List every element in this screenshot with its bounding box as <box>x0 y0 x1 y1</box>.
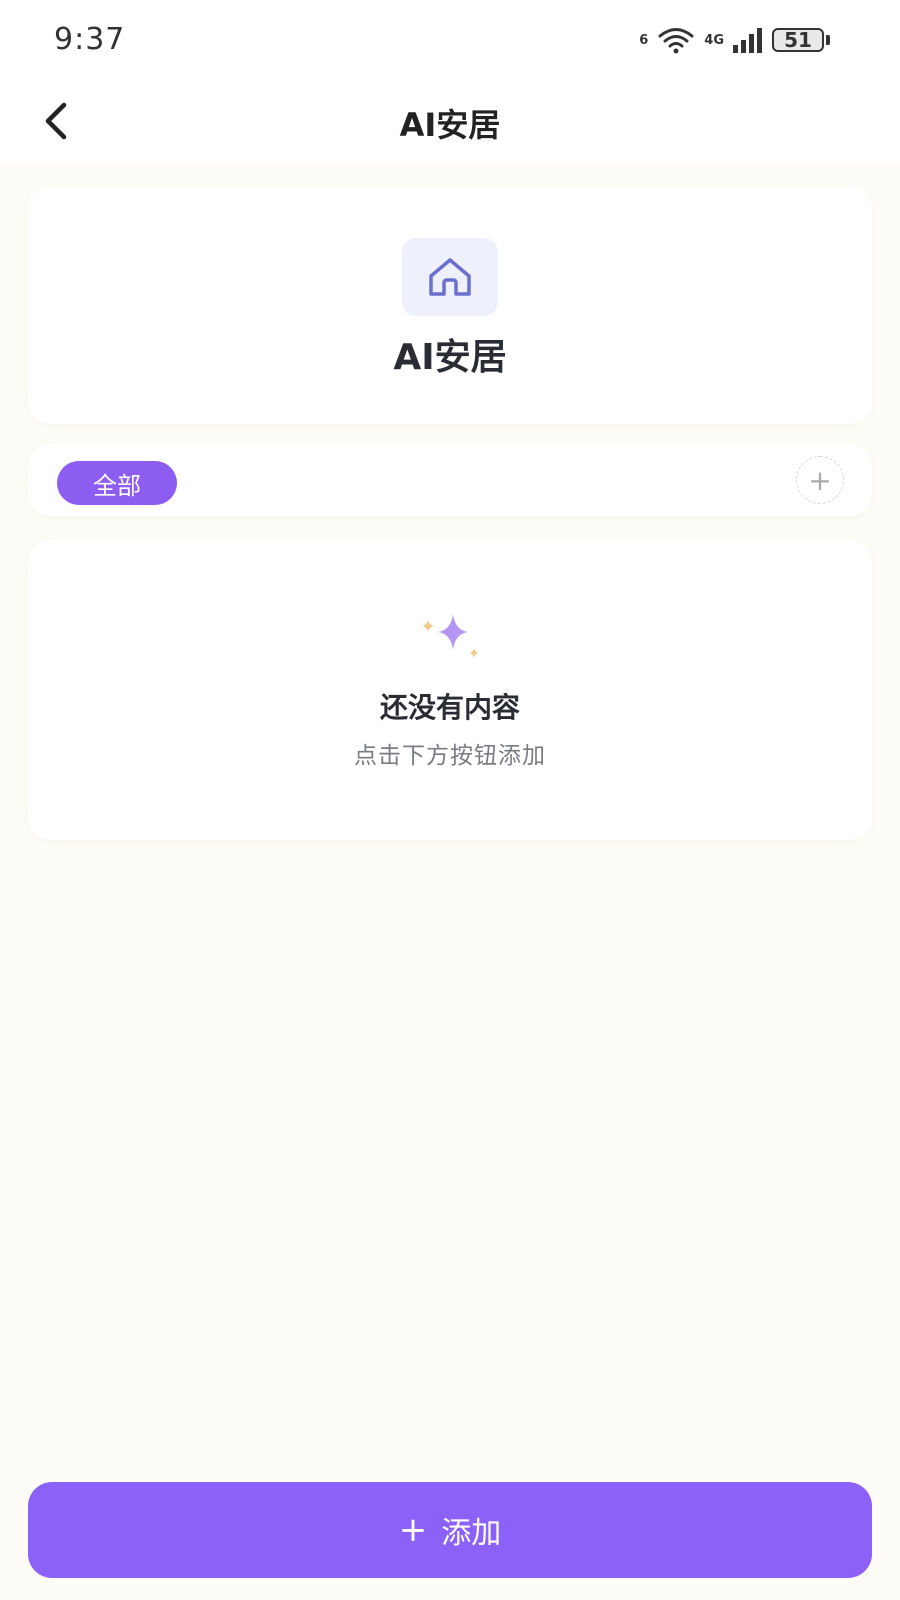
tab-all[interactable]: 全部 <box>57 461 177 505</box>
network-label: 4G <box>704 32 724 48</box>
plus-icon: + <box>398 1510 428 1550</box>
empty-state-title: 还没有内容 <box>379 691 520 724</box>
wifi-icon <box>658 28 694 54</box>
nav-bar: AI安居 <box>0 80 900 162</box>
battery-tip <box>826 35 830 45</box>
battery-level: 51 <box>772 28 824 52</box>
sparkle-icon <box>422 614 478 658</box>
header-title: AI安居 <box>393 337 507 378</box>
battery-icon: 51 <box>772 28 830 52</box>
add-button[interactable]: + 添加 <box>28 1482 872 1578</box>
add-button-label: 添加 <box>441 1516 502 1551</box>
status-icons: 6 4G 51 <box>639 24 830 56</box>
home-icon-container <box>402 238 498 316</box>
empty-state-subtitle: 点击下方按钮添加 <box>354 743 546 769</box>
status-bar: 9:37 6 4G 51 <box>0 0 900 80</box>
home-icon <box>429 258 471 296</box>
cellular-signal-icon <box>733 28 762 53</box>
wifi-label: 6 <box>639 32 649 48</box>
page-title: AI安居 <box>399 106 501 144</box>
add-tab-button[interactable]: + <box>796 456 844 504</box>
header-card: AI安居 <box>28 186 872 424</box>
tabs-bar: 全部 + <box>28 444 872 516</box>
status-time: 9:37 <box>54 22 126 57</box>
empty-state-card: 还没有内容 点击下方按钮添加 <box>28 540 872 840</box>
